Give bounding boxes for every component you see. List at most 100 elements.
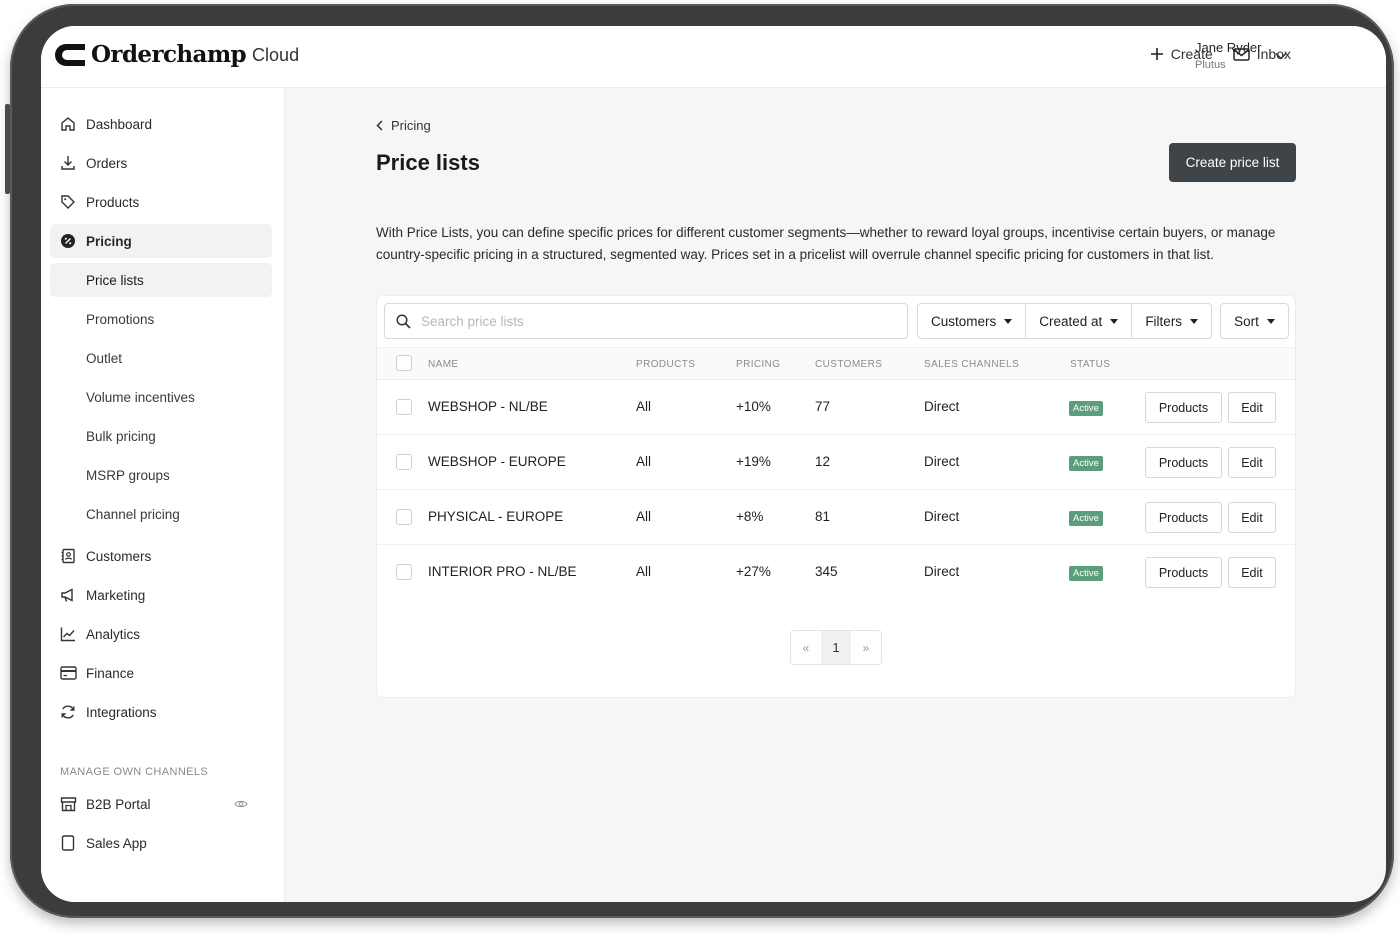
sidebar-sub-outlet[interactable]: Outlet bbox=[50, 341, 272, 375]
sidebar-item-analytics[interactable]: Analytics bbox=[50, 617, 272, 651]
column-header[interactable]: STATUS bbox=[1070, 359, 1110, 370]
row-pricing: +8% bbox=[736, 509, 764, 524]
percent-badge-icon bbox=[59, 232, 77, 250]
column-header[interactable]: PRODUCTS bbox=[636, 359, 695, 370]
refresh-icon bbox=[59, 703, 77, 721]
filter-filters-button[interactable]: Filters bbox=[1132, 304, 1211, 338]
sidebar-item-finance[interactable]: Finance bbox=[50, 656, 272, 690]
filter-label: Filters bbox=[1145, 313, 1183, 329]
pagination-page-button[interactable]: 1 bbox=[821, 631, 851, 664]
tag-icon bbox=[59, 193, 77, 211]
row-checkbox[interactable] bbox=[396, 509, 412, 525]
pagination: « 1 » bbox=[790, 630, 882, 665]
column-header[interactable]: PRICING bbox=[736, 359, 780, 370]
sidebar-sub-msrp-groups[interactable]: MSRP groups bbox=[50, 458, 272, 492]
user-menu[interactable]: Jane Ryder Plutus bbox=[1195, 40, 1261, 71]
row-products: All bbox=[636, 399, 652, 414]
column-header[interactable]: CUSTOMERS bbox=[815, 359, 882, 370]
pagination-prev-button[interactable]: « bbox=[791, 631, 821, 664]
row-customers: 81 bbox=[815, 509, 831, 524]
row-checkbox[interactable] bbox=[396, 399, 412, 415]
sidebar-item-integrations[interactable]: Integrations bbox=[50, 695, 272, 729]
row-products-button[interactable]: Products bbox=[1145, 392, 1222, 423]
column-header[interactable]: SALES CHANNELS bbox=[924, 359, 1019, 370]
row-edit-button[interactable]: Edit bbox=[1228, 502, 1276, 533]
column-header[interactable]: NAME bbox=[428, 359, 459, 370]
table-row[interactable]: PHYSICAL - EUROPE All +8% 81 Direct Acti… bbox=[377, 490, 1295, 545]
caret-down-icon bbox=[1004, 318, 1013, 324]
logo[interactable]: Orderchamp Cloud bbox=[55, 41, 299, 68]
row-sales-channel: Direct bbox=[924, 454, 960, 469]
create-price-list-button[interactable]: Create price list bbox=[1169, 143, 1296, 182]
plus-icon bbox=[1150, 48, 1163, 60]
chevron-left-icon bbox=[376, 120, 383, 131]
sidebar-item-dashboard[interactable]: Dashboard bbox=[50, 107, 272, 141]
sidebar-item-pricing[interactable]: Pricing bbox=[50, 224, 272, 258]
user-org: Plutus bbox=[1195, 59, 1226, 71]
table-row[interactable]: WEBSHOP - NL/BE All +10% 77 Direct Activ… bbox=[377, 380, 1295, 435]
sidebar-item-label: Orders bbox=[86, 155, 128, 171]
row-pricing: +19% bbox=[736, 454, 771, 469]
brand-name: Orderchamp bbox=[91, 41, 247, 68]
status-badge: Active bbox=[1069, 456, 1103, 471]
sidebar-item-label: B2B Portal bbox=[86, 796, 151, 812]
table-row[interactable]: WEBSHOP - EUROPE All +19% 12 Direct Acti… bbox=[377, 435, 1295, 490]
sidebar-sub-bulk-pricing[interactable]: Bulk pricing bbox=[50, 419, 272, 453]
sidebar: Dashboard Orders Products Pricing Price … bbox=[41, 88, 285, 902]
sidebar-item-label: Analytics bbox=[86, 626, 141, 642]
caret-down-icon bbox=[1266, 318, 1275, 324]
search-input[interactable] bbox=[421, 313, 881, 329]
sidebar-item-label: Integrations bbox=[86, 704, 157, 720]
row-name: WEBSHOP - NL/BE bbox=[428, 399, 548, 414]
select-all-checkbox[interactable] bbox=[396, 355, 412, 371]
row-edit-button[interactable]: Edit bbox=[1228, 447, 1276, 478]
eye-icon[interactable] bbox=[234, 799, 248, 809]
sidebar-item-marketing[interactable]: Marketing bbox=[50, 578, 272, 612]
sidebar-item-b2b-portal[interactable]: B2B Portal bbox=[50, 787, 272, 821]
screen: Orderchamp Cloud Create Inbox Jane Ryder… bbox=[41, 26, 1386, 902]
row-customers: 12 bbox=[815, 454, 831, 469]
row-products-button[interactable]: Products bbox=[1145, 502, 1222, 533]
filter-group: Customers Created at Filters bbox=[917, 303, 1213, 339]
status-badge: Active bbox=[1069, 401, 1103, 416]
breadcrumb[interactable]: Pricing bbox=[376, 118, 431, 133]
row-products: All bbox=[636, 509, 652, 524]
row-customers: 77 bbox=[815, 399, 831, 414]
contact-book-icon bbox=[59, 547, 77, 565]
table-header: NAME PRODUCTS PRICING CUSTOMERS SALES CH… bbox=[377, 347, 1295, 380]
sidebar-sub-promotions[interactable]: Promotions bbox=[50, 302, 272, 336]
pagination-next-button[interactable]: » bbox=[851, 631, 881, 664]
sidebar-item-label: Pricing bbox=[86, 233, 132, 249]
sidebar-item-orders[interactable]: Orders bbox=[50, 146, 272, 180]
row-products-button[interactable]: Products bbox=[1145, 557, 1222, 588]
home-icon bbox=[59, 115, 77, 133]
chevron-down-icon[interactable] bbox=[1275, 52, 1287, 60]
row-name: INTERIOR PRO - NL/BE bbox=[428, 564, 577, 579]
row-edit-button[interactable]: Edit bbox=[1228, 557, 1276, 588]
sidebar-item-label: Marketing bbox=[86, 587, 146, 603]
orderchamp-logo-icon bbox=[55, 43, 85, 66]
row-products-button[interactable]: Products bbox=[1145, 447, 1222, 478]
filter-customers-button[interactable]: Customers bbox=[918, 304, 1027, 338]
sidebar-item-products[interactable]: Products bbox=[50, 185, 272, 219]
row-checkbox[interactable] bbox=[396, 454, 412, 470]
sidebar-sub-price-lists[interactable]: Price lists bbox=[50, 263, 272, 297]
sidebar-item-sales-app[interactable]: Sales App bbox=[50, 826, 272, 860]
row-name: WEBSHOP - EUROPE bbox=[428, 454, 566, 469]
tablet-frame: Orderchamp Cloud Create Inbox Jane Ryder… bbox=[5, 4, 1394, 918]
table-row[interactable]: INTERIOR PRO - NL/BE All +27% 345 Direct… bbox=[377, 545, 1295, 600]
row-name: PHYSICAL - EUROPE bbox=[428, 509, 564, 524]
search-icon bbox=[396, 313, 411, 329]
search-box[interactable] bbox=[384, 303, 908, 339]
breadcrumb-label: Pricing bbox=[391, 118, 431, 133]
sidebar-item-customers[interactable]: Customers bbox=[50, 539, 272, 573]
sidebar-item-label: Finance bbox=[86, 665, 135, 681]
section-label-manage-channels: MANAGE OWN CHANNELS bbox=[60, 766, 209, 778]
filter-created-at-button[interactable]: Created at bbox=[1026, 304, 1133, 338]
sort-button[interactable]: Sort bbox=[1220, 303, 1289, 339]
caret-down-icon bbox=[1110, 318, 1119, 324]
sidebar-sub-channel-pricing[interactable]: Channel pricing bbox=[50, 497, 272, 531]
row-checkbox[interactable] bbox=[396, 564, 412, 580]
row-edit-button[interactable]: Edit bbox=[1228, 392, 1276, 423]
sidebar-sub-volume-incentives[interactable]: Volume incentives bbox=[50, 380, 272, 414]
